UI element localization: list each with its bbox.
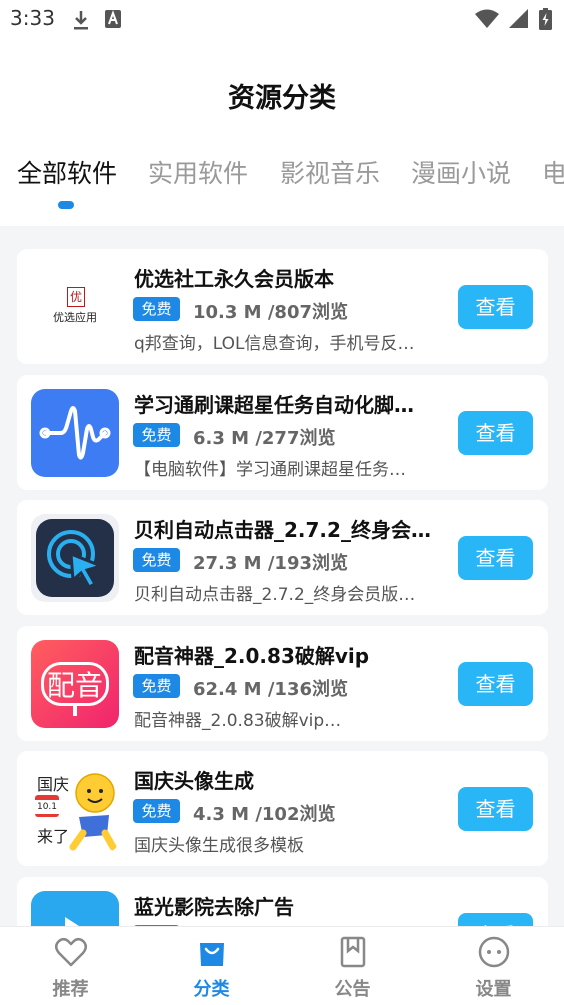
resource-card[interactable]: 优 优选应用 优选社工永久会员版本 免费 10.3 M /807浏览 q邦查询，… <box>17 249 548 364</box>
battery-icon <box>539 8 552 30</box>
download-icon <box>74 11 88 30</box>
item-title: 配音神器_2.0.83破解vip <box>134 644 370 668</box>
status-bar: 3:33 <box>0 0 564 40</box>
resource-card[interactable]: 学习通刷课超星任务自动化脚… 免费 6.3 M /277浏览 【电脑软件】学习通… <box>17 375 548 490</box>
view-button[interactable]: 查看 <box>458 787 533 831</box>
free-badge: 免费 <box>133 548 180 572</box>
wifi-icon <box>475 9 499 28</box>
free-badge: 免费 <box>133 799 180 823</box>
item-title: 优选社工永久会员版本 <box>134 267 334 291</box>
player-app-icon <box>31 891 119 926</box>
item-title: 蓝光影院去除广告 <box>134 895 294 919</box>
face-icon <box>478 936 509 968</box>
item-meta: 27.3 M /193浏览 <box>193 553 349 574</box>
tab-utility-software[interactable]: 实用软件 <box>148 154 248 190</box>
nav-label: 公告 <box>334 979 371 1000</box>
tab-comic-novel[interactable]: 漫画小说 <box>411 154 511 190</box>
status-time: 3:33 <box>10 6 55 30</box>
view-button[interactable]: 查看 <box>458 662 533 706</box>
youxuan-logo-icon: 优 优选应用 <box>31 263 119 351</box>
free-badge: 免费 <box>133 423 180 447</box>
item-meta: 62.4 M /136浏览 <box>193 679 349 700</box>
a-icon <box>105 10 121 28</box>
resource-card[interactable]: 国庆 10.1 来了 国庆头像生成 免费 4.3 M /102浏览 国庆头像生成… <box>17 751 548 866</box>
nav-label: 分类 <box>193 979 230 1000</box>
nav-recommend[interactable]: 推荐 <box>0 927 141 1005</box>
item-description: 配音神器_2.0.83破解vip… <box>134 711 342 731</box>
item-title: 贝利自动点击器_2.7.2_终身会… <box>134 518 431 542</box>
signal-icon <box>509 9 528 28</box>
view-button[interactable]: 查看 <box>458 913 533 926</box>
page-title: 资源分类 <box>228 83 336 114</box>
view-button[interactable]: 查看 <box>458 285 533 329</box>
bag-icon <box>199 943 224 966</box>
waveform-app-icon <box>31 389 119 477</box>
item-description: q邦查询，LOL信息查询，手机号反… <box>134 334 415 354</box>
free-badge: 免费 <box>133 297 180 321</box>
resource-card[interactable]: 蓝光影院去除广告 免费 查看 <box>17 877 548 926</box>
view-button[interactable]: 查看 <box>458 411 533 455</box>
nav-announcement[interactable]: 公告 <box>282 927 423 1005</box>
item-description: 贝利自动点击器_2.7.2_终身会员版… <box>134 585 416 605</box>
tab-all-software[interactable]: 全部软件 <box>17 154 117 190</box>
active-tab-indicator <box>58 201 74 209</box>
bookmark-icon <box>340 936 365 968</box>
nav-category[interactable]: 分类 <box>141 927 282 1005</box>
resource-card[interactable]: 贝利自动点击器_2.7.2_终身会… 免费 27.3 M /193浏览 贝利自动… <box>17 500 548 615</box>
dubbing-app-icon: 配音 <box>31 640 119 728</box>
item-title: 国庆头像生成 <box>134 769 254 793</box>
tab-more[interactable]: 电 <box>542 154 564 190</box>
item-meta: 4.3 M /102浏览 <box>193 804 336 825</box>
item-title: 学习通刷课超星任务自动化脚… <box>134 393 414 417</box>
category-tabs: 全部软件 实用软件 影视音乐 漫画小说 电 <box>0 150 564 200</box>
bottom-navigation: 推荐 分类 公告 设置 <box>0 926 564 1005</box>
nav-settings[interactable]: 设置 <box>423 927 564 1005</box>
tab-film-music[interactable]: 影视音乐 <box>280 154 380 190</box>
item-description: 国庆头像生成很多模板 <box>134 836 304 856</box>
header: 资源分类 全部软件 实用软件 影视音乐 漫画小说 电 <box>0 40 564 226</box>
auto-clicker-app-icon <box>31 514 119 602</box>
heart-icon <box>54 938 87 967</box>
view-button[interactable]: 查看 <box>458 536 533 580</box>
item-meta: 6.3 M /277浏览 <box>193 428 336 449</box>
national-day-avatar-icon: 国庆 10.1 来了 <box>31 765 119 853</box>
item-meta: 10.3 M /807浏览 <box>193 302 349 323</box>
nav-label: 设置 <box>475 979 512 1000</box>
nav-label: 推荐 <box>52 979 89 1000</box>
item-description: 【电脑软件】学习通刷课超星任务… <box>134 460 406 480</box>
resource-card[interactable]: 配音 配音神器_2.0.83破解vip 免费 62.4 M /136浏览 配音神… <box>17 626 548 741</box>
resource-list: 优 优选应用 优选社工永久会员版本 免费 10.3 M /807浏览 q邦查询，… <box>0 226 564 926</box>
free-badge: 免费 <box>133 674 180 698</box>
